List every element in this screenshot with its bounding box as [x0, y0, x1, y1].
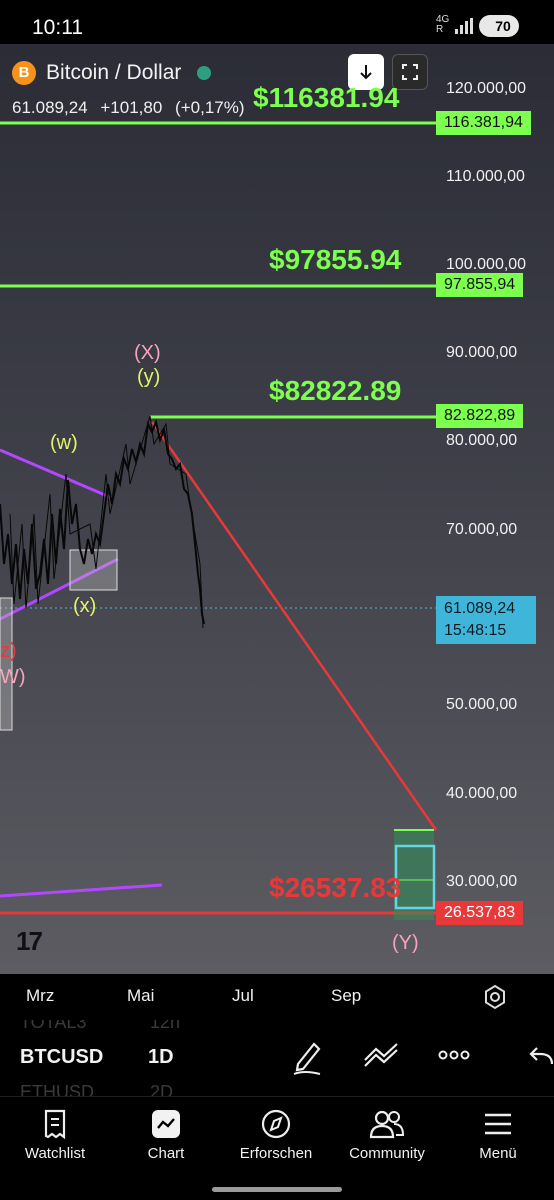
range-box-x [69, 549, 118, 591]
price-tag-82822: 82.822,89 [436, 404, 524, 428]
trendline-bottom [0, 883, 163, 898]
ghost-prev-symbol: TOTAL3 [20, 1020, 87, 1032]
arrow-down-icon [360, 65, 372, 80]
price-tag-97855: 97.855,94 [436, 273, 524, 297]
current-price-tag: 61.089,24 15:48:15 [436, 596, 536, 644]
market-status-dot [197, 66, 212, 80]
chart-canvas[interactable]: B Bitcoin / Dollar 61.089,24 +101,80 (+0… [0, 44, 554, 974]
trendline-upper [0, 448, 113, 500]
chart-settings-icon[interactable] [482, 984, 508, 1010]
wave-label-W: W) [0, 666, 26, 688]
wave-label-y: (y) [137, 366, 161, 388]
last-price: 61.089,24 [12, 98, 88, 117]
price-change: +101,80 [100, 98, 163, 117]
watchlist-icon [44, 1109, 66, 1139]
axis-label-70000: 70.000,00 [446, 521, 518, 538]
nav-watchlist-label: Watchlist [24, 1145, 86, 1162]
nav-menu[interactable]: Menü [443, 1109, 553, 1163]
wave-label-w: (w) [50, 432, 78, 454]
axis-label-50000: 50.000,00 [446, 696, 518, 713]
more-options-icon[interactable] [438, 1038, 470, 1072]
menu-icon [485, 1113, 511, 1135]
axis-label-120000: 120.000,00 [446, 80, 527, 97]
level-label-116381: $116381.94 [253, 82, 400, 113]
price-summary: 61.089,24 +101,80 (+0,17%) [12, 98, 253, 118]
axis-label-80000: 80.000,00 [446, 432, 518, 449]
time-label-mai: Mai [127, 986, 155, 1005]
wave-label-X: (X) [134, 342, 161, 364]
wave-label-Y: (Y) [392, 932, 419, 954]
nav-chart[interactable]: Chart [111, 1109, 221, 1163]
level-label-97855: $97855.94 [269, 244, 402, 275]
symbol-toolbar: TOTAL3 12h BTCUSD 1D ETHUSD 2D [0, 1020, 554, 1096]
nav-community-label: Community [349, 1145, 425, 1162]
home-indicator[interactable] [212, 1187, 342, 1192]
timeframe-selector[interactable]: 1D [148, 1046, 174, 1069]
projection-line [150, 421, 438, 831]
price-wicks [9, 415, 204, 629]
ghost-next-timeframe: 2D [150, 1082, 174, 1096]
axis-label-100000: 100.000,00 [446, 256, 527, 273]
nav-menu-label: Menü [479, 1145, 517, 1162]
battery-indicator: 70 [479, 15, 519, 37]
axis-label-110000: 110.000,00 [446, 168, 525, 185]
axis-label-30000: 30.000,00 [446, 873, 518, 890]
symbol-header[interactable]: B Bitcoin / Dollar [12, 58, 212, 88]
time-label-sep: Sep [331, 986, 362, 1005]
price-tag-26537: 26.537,83 [436, 901, 524, 925]
time-axis[interactable]: Mrz Mai Jul Sep [0, 974, 554, 1020]
symbol-title[interactable]: Bitcoin / Dollar [46, 61, 181, 85]
trendline-tool-icon[interactable] [362, 1038, 400, 1072]
ghost-next-symbol: ETHUSD [20, 1082, 95, 1096]
nav-watchlist[interactable]: Watchlist [0, 1109, 110, 1163]
chart-icon [152, 1110, 180, 1138]
nav-explore[interactable]: Erforschen [221, 1109, 331, 1163]
bar-countdown: 15:48:15 [444, 622, 507, 639]
level-label-26537: $26537.83 [269, 872, 402, 903]
axis-label-40000: 40.000,00 [446, 785, 518, 802]
level-label-82822: $82822.89 [269, 375, 402, 406]
bitcoin-logo-icon: B [12, 61, 36, 85]
compass-icon [261, 1109, 291, 1139]
nav-community[interactable]: Community [332, 1109, 442, 1163]
bottom-navigation: Watchlist Chart Erforschen Community Men… [0, 1096, 554, 1200]
nav-chart-label: Chart [147, 1145, 185, 1162]
price-tag-116381: 116.381,94 [436, 111, 531, 135]
current-price: 61.089,24 [444, 600, 516, 617]
signal-icon [455, 18, 473, 34]
time-label-jul: Jul [232, 986, 254, 1005]
undo-icon[interactable] [526, 1038, 554, 1072]
wave-label-x: (x) [73, 595, 97, 617]
symbol-selector[interactable]: BTCUSD [20, 1046, 103, 1069]
wave-label-z: z) [0, 640, 17, 662]
status-time: 10:11 [32, 16, 83, 39]
tradingview-logo-icon: 17 [16, 926, 43, 956]
roaming-indicator: R [436, 24, 444, 35]
price-change-pct: (+0,17%) [175, 98, 245, 117]
range-box-w [0, 597, 13, 731]
pen-draw-icon[interactable] [290, 1038, 324, 1076]
time-label-mrz: Mrz [26, 986, 55, 1005]
network-indicator: 4G R [436, 15, 449, 35]
nav-explore-label: Erforschen [239, 1145, 313, 1162]
ghost-prev-timeframe: 12h [150, 1020, 181, 1032]
community-icon [369, 1110, 405, 1139]
axis-label-90000: 90.000,00 [446, 344, 518, 361]
